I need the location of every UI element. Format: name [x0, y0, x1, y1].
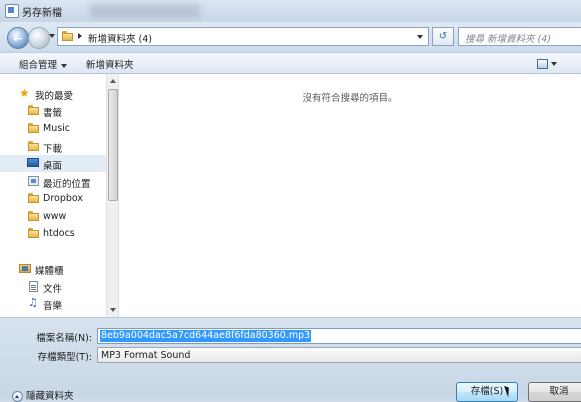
blurred-region: [90, 3, 200, 18]
folder-icon: [28, 228, 39, 238]
nav-label: Music: [43, 123, 71, 134]
filetype-value: MP3 Format Sound: [101, 350, 191, 361]
filename-input[interactable]: 8eb9a004dac5a7cd644ae8f6fda80360.mp3: [97, 328, 581, 344]
recent-pages-dropdown[interactable]: [49, 34, 55, 38]
nav-item-bookmarks[interactable]: 書籤: [0, 102, 106, 119]
breadcrumb-current-folder[interactable]: 新增資料夾 (4): [88, 31, 152, 45]
nav-item-htdocs[interactable]: htdocs: [0, 225, 106, 242]
search-placeholder: 搜尋 新增資料夾 (4): [465, 34, 551, 45]
filetype-label: 存檔類型(T):: [37, 352, 92, 363]
empty-results-message: 沒有符合搜尋的項目。: [302, 93, 398, 104]
hide-folders-button[interactable]: 隱藏資料夾: [12, 388, 74, 402]
filename-label: 檔案名稱(N):: [36, 333, 92, 344]
nav-label: htdocs: [43, 228, 75, 239]
nav-item-dropbox[interactable]: Dropbox: [0, 190, 106, 207]
back-arrow-icon: ←: [13, 31, 23, 45]
address-bar[interactable]: 新增資料夾 (4): [57, 27, 429, 46]
cancel-button[interactable]: 取消: [528, 382, 581, 402]
downloads-folder-icon: [28, 141, 39, 151]
nav-libraries-header[interactable]: 媒體櫃: [0, 260, 106, 277]
view-icon: [537, 59, 548, 69]
address-row: ← → 新增資料夾 (4) ↺ 搜尋 新增資料夾 (4): [0, 22, 581, 52]
documents-icon: [29, 281, 38, 292]
title-bar: 另存新檔: [0, 0, 581, 22]
collapse-up-icon: [12, 391, 23, 402]
nav-label: 我的最愛: [35, 91, 74, 102]
forward-arrow-icon: →: [34, 31, 44, 45]
organize-label: 組合管理: [19, 60, 58, 71]
forward-button[interactable]: →: [28, 27, 50, 49]
file-list-pane[interactable]: 沒有符合搜尋的項目。: [119, 74, 581, 317]
nav-label: 文件: [43, 284, 63, 295]
nav-label: 下載: [43, 144, 63, 155]
scroll-down-arrow-icon[interactable]: [110, 308, 116, 312]
folder-icon: [28, 105, 39, 115]
nav-item-music-library[interactable]: ♫ 音樂: [0, 295, 106, 312]
organize-button[interactable]: 組合管理: [19, 57, 68, 71]
nav-label: 音樂: [43, 301, 63, 312]
view-options-button[interactable]: [535, 57, 561, 70]
nav-label: 最近的位置: [43, 179, 91, 190]
back-button[interactable]: ←: [7, 27, 29, 49]
new-folder-button[interactable]: 新增資料夾: [86, 57, 134, 71]
nav-item-documents[interactable]: 文件: [0, 278, 106, 295]
libraries-icon: [19, 263, 31, 273]
nav-item-music[interactable]: Music: [0, 120, 106, 137]
navigation-pane: ★ 我的最愛 書籤 Music 下載 桌面 最近的位置 Dropbox www …: [0, 74, 119, 317]
recent-places-icon: [28, 176, 39, 186]
hide-folders-label: 隱藏資料夾: [26, 391, 74, 402]
breadcrumb-arrow-icon[interactable]: [78, 33, 82, 39]
nav-label: www: [43, 211, 67, 222]
star-icon: ★: [19, 86, 30, 100]
search-input[interactable]: 搜尋 新增資料夾 (4): [458, 27, 581, 46]
refresh-button[interactable]: ↺: [432, 27, 454, 46]
nav-item-desktop[interactable]: 桌面: [0, 155, 106, 172]
chevron-down-icon: [61, 63, 68, 68]
nav-item-recent-places[interactable]: 最近的位置: [0, 173, 106, 190]
chevron-down-icon: [417, 35, 423, 39]
filename-value[interactable]: 8eb9a004dac5a7cd644ae8f6fda80360.mp3: [100, 330, 312, 342]
dropbox-folder-icon: [28, 193, 39, 203]
scrollbar-thumb[interactable]: [108, 89, 118, 201]
folder-icon: [28, 123, 39, 133]
filetype-select[interactable]: MP3 Format Sound: [97, 347, 581, 363]
nav-label: 書籤: [43, 108, 63, 119]
chevron-down-icon: [551, 62, 557, 66]
nav-label: 桌面: [43, 161, 63, 172]
window-title: 另存新檔: [22, 8, 62, 19]
folder-icon: [28, 211, 39, 221]
address-dropdown-button[interactable]: [413, 29, 427, 44]
scroll-up-arrow-icon[interactable]: [110, 79, 116, 83]
save-form: 檔案名稱(N): 8eb9a004dac5a7cd644ae8f6fda8036…: [0, 317, 581, 402]
desktop-icon: [27, 158, 39, 167]
nav-label: 媒體櫃: [35, 266, 64, 277]
nav-item-downloads[interactable]: 下載: [0, 138, 106, 155]
nav-favorites-header[interactable]: ★ 我的最愛: [0, 85, 106, 102]
folder-icon: [62, 31, 73, 41]
nav-item-www[interactable]: www: [0, 208, 106, 225]
refresh-icon: ↺: [438, 31, 448, 42]
nav-scrollbar[interactable]: [106, 74, 118, 317]
nav-label: Dropbox: [43, 193, 84, 204]
music-note-icon: ♫: [28, 296, 38, 309]
window-icon: [5, 4, 19, 18]
command-bar: 組合管理 新增資料夾: [0, 52, 581, 74]
